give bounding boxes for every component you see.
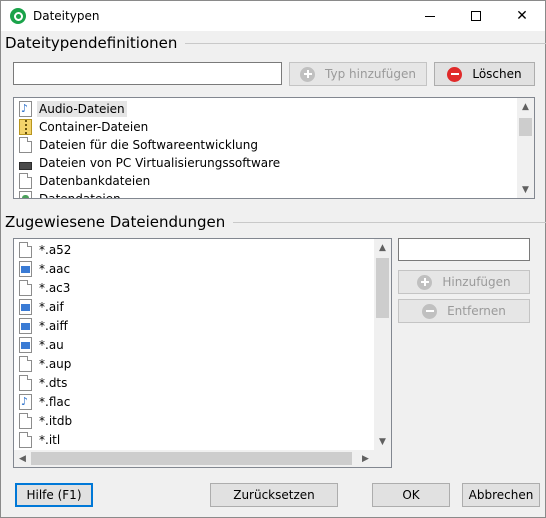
- document-icon: [19, 375, 32, 391]
- maximize-icon: [471, 11, 481, 21]
- vertical-scrollbar[interactable]: ▲ ▼: [374, 239, 391, 450]
- section-divider: [185, 42, 546, 44]
- plus-icon: [417, 274, 433, 290]
- ok-button-label: OK: [402, 488, 420, 502]
- type-name-input[interactable]: [13, 62, 282, 85]
- delete-type-button-label: Löschen: [472, 67, 522, 81]
- extension-input[interactable]: [398, 238, 530, 261]
- cancel-button-label: Abbrechen: [468, 488, 534, 502]
- document-icon: [19, 356, 32, 372]
- list-item[interactable]: *.itl: [19, 431, 62, 449]
- extension-list[interactable]: *.a52 *.aac *.ac3 *.aif *.aiff *.au *.au…: [13, 238, 392, 468]
- document-icon: [19, 137, 32, 153]
- audio-icon: [19, 394, 32, 410]
- list-item[interactable]: Dateien für die Softwareentwicklung: [19, 136, 260, 154]
- list-item[interactable]: *.aif: [19, 298, 66, 316]
- ok-button[interactable]: OK: [372, 483, 450, 507]
- remove-extension-button[interactable]: Entfernen: [398, 299, 530, 323]
- reset-button[interactable]: Zurücksetzen: [210, 483, 338, 507]
- list-item[interactable]: Dateien von PC Virtualisierungssoftware: [19, 154, 282, 172]
- minus-circle-icon: [447, 66, 463, 82]
- minimize-icon: [425, 15, 435, 17]
- definitions-section-header: Dateitypendefinitionen: [5, 34, 546, 52]
- list-item[interactable]: Datendateien: [19, 190, 123, 198]
- delete-type-button[interactable]: Löschen: [434, 62, 535, 86]
- document-icon: [19, 242, 32, 258]
- list-item[interactable]: *.au: [19, 336, 66, 354]
- scrollbar-thumb[interactable]: [376, 258, 389, 318]
- media-icon: [19, 337, 32, 353]
- extensions-section-header: Zugewiesene Dateiendungen: [5, 213, 546, 231]
- plus-icon: [300, 66, 316, 82]
- drive-icon: [19, 162, 32, 170]
- title-bar: Dateitypen ✕: [1, 1, 545, 31]
- scroll-up-icon[interactable]: ▲: [517, 98, 534, 115]
- app-logo-icon: [10, 8, 26, 24]
- vertical-scrollbar[interactable]: ▲ ▼: [517, 98, 534, 198]
- reset-button-label: Zurücksetzen: [233, 488, 315, 502]
- add-type-button-label: Typ hinzufügen: [325, 67, 416, 81]
- database-icon: [19, 191, 32, 198]
- list-item[interactable]: Audio-Dateien: [19, 100, 127, 118]
- scrollbar-thumb[interactable]: [519, 118, 532, 136]
- window-title: Dateitypen: [33, 9, 100, 23]
- help-button-label: Hilfe (F1): [26, 488, 82, 502]
- list-item[interactable]: *.itdb: [19, 412, 74, 430]
- document-icon: [19, 432, 32, 448]
- list-item[interactable]: *.ac3: [19, 279, 72, 297]
- document-icon: [19, 173, 32, 189]
- section-divider: [233, 221, 546, 223]
- list-item[interactable]: *.aup: [19, 355, 73, 373]
- list-item[interactable]: *.aac: [19, 260, 72, 278]
- document-icon: [19, 413, 32, 429]
- zip-icon: [19, 119, 32, 135]
- media-icon: [19, 299, 32, 315]
- close-button[interactable]: ✕: [499, 1, 545, 31]
- list-item[interactable]: *.aiff: [19, 317, 70, 335]
- extensions-section-label: Zugewiesene Dateiendungen: [5, 213, 226, 231]
- add-extension-button[interactable]: Hinzufügen: [398, 270, 530, 294]
- add-type-button[interactable]: Typ hinzufügen: [289, 62, 427, 86]
- maximize-button[interactable]: [453, 1, 499, 31]
- help-button[interactable]: Hilfe (F1): [15, 483, 93, 507]
- minus-circle-icon: [422, 303, 438, 319]
- media-icon: [19, 318, 32, 334]
- scroll-up-icon[interactable]: ▲: [374, 239, 391, 256]
- file-type-list[interactable]: Audio-Dateien Container-Dateien Dateien …: [13, 97, 535, 199]
- add-extension-button-label: Hinzufügen: [442, 275, 511, 289]
- remove-extension-button-label: Entfernen: [447, 304, 506, 318]
- cancel-button[interactable]: Abbrechen: [462, 483, 540, 507]
- document-icon: [19, 280, 32, 296]
- scroll-left-icon[interactable]: ◀: [14, 450, 31, 467]
- scroll-down-icon[interactable]: ▼: [517, 181, 534, 198]
- definitions-section-label: Dateitypendefinitionen: [5, 34, 178, 52]
- scrollbar-corner: [374, 450, 391, 467]
- list-item[interactable]: Datenbankdateien: [19, 172, 152, 190]
- list-item[interactable]: *.a52: [19, 241, 73, 259]
- minimize-button[interactable]: [407, 1, 453, 31]
- dialog-window: Dateitypen ✕ Dateitypendefinitionen Typ …: [0, 0, 546, 518]
- horizontal-scrollbar[interactable]: ◀ ▶: [14, 450, 374, 467]
- close-icon: ✕: [516, 8, 528, 24]
- scrollbar-thumb[interactable]: [31, 452, 352, 465]
- list-item[interactable]: *.dts: [19, 374, 69, 392]
- media-icon: [19, 261, 32, 277]
- scroll-down-icon[interactable]: ▼: [374, 433, 391, 450]
- list-item[interactable]: *.flac: [19, 393, 72, 411]
- list-item[interactable]: Container-Dateien: [19, 118, 150, 136]
- audio-icon: [19, 101, 32, 117]
- scroll-right-icon[interactable]: ▶: [357, 450, 374, 467]
